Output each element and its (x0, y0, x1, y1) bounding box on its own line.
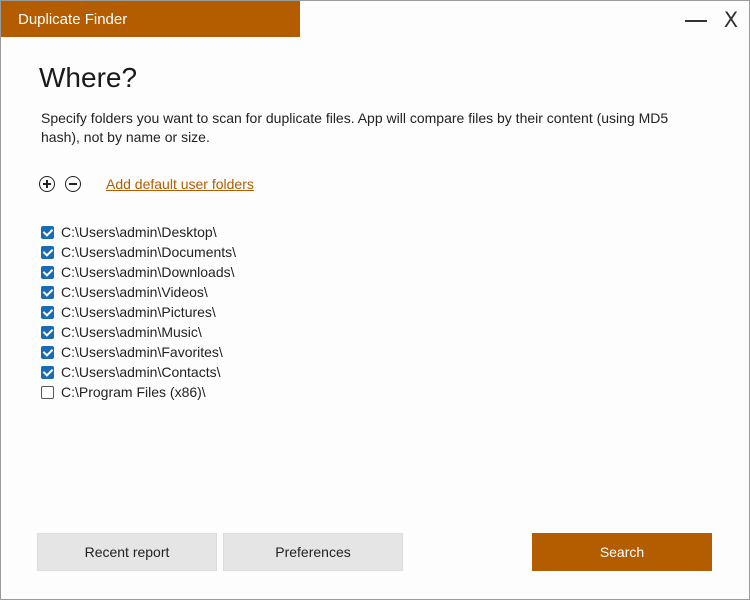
folder-list-item[interactable]: C:\Users\admin\Videos\ (41, 282, 236, 302)
close-button[interactable]: X (717, 7, 745, 33)
folder-list-item[interactable]: C:\Users\admin\Desktop\ (41, 222, 236, 242)
page-title: Where? (39, 62, 138, 93)
recent-report-button[interactable]: Recent report (37, 533, 217, 571)
folder-checkbox[interactable] (41, 345, 54, 359)
folder-checkbox[interactable] (41, 225, 54, 239)
folder-list-item[interactable]: C:\Users\admin\Pictures\ (41, 302, 236, 322)
add-folder-button[interactable] (39, 176, 55, 192)
minimize-button[interactable] (682, 7, 710, 33)
folder-checkbox[interactable] (41, 285, 54, 299)
minus-circle-icon (69, 183, 77, 185)
preferences-button[interactable]: Preferences (223, 533, 403, 571)
search-button[interactable]: Search (532, 533, 712, 571)
folder-list-item[interactable]: C:\Program Files (x86)\ (41, 382, 236, 402)
remove-folder-button[interactable] (65, 176, 81, 192)
folder-path: C:\Program Files (x86)\ (61, 384, 206, 400)
folder-list-item[interactable]: C:\Users\admin\Documents\ (41, 242, 236, 262)
folder-list-item[interactable]: C:\Users\admin\Contacts\ (41, 362, 236, 382)
folder-checkbox[interactable] (41, 265, 54, 279)
folder-list-item[interactable]: C:\Users\admin\Downloads\ (41, 262, 236, 282)
folder-list: C:\Users\admin\Desktop\ C:\Users\admin\Do… (41, 222, 236, 402)
folder-checkbox[interactable] (41, 245, 54, 259)
folder-checkbox[interactable] (41, 305, 54, 319)
folder-toolbar: Add default user folders (39, 174, 254, 194)
folder-list-item[interactable]: C:\Users\admin\Music\ (41, 322, 236, 342)
folder-path: C:\Users\admin\Contacts\ (61, 364, 221, 380)
folder-checkbox[interactable] (41, 385, 54, 399)
app-window: Duplicate Finder X Where? Specify folder… (0, 0, 750, 600)
folder-path: C:\Users\admin\Pictures\ (61, 304, 216, 320)
window-title: Duplicate Finder (1, 1, 300, 37)
folder-path: C:\Users\admin\Videos\ (61, 284, 208, 300)
page-description: Specify folders you want to scan for dup… (41, 110, 669, 145)
folder-path: C:\Users\admin\Favorites\ (61, 344, 223, 360)
add-default-folders-link[interactable]: Add default user folders (106, 176, 254, 192)
plus-vertical-stroke (46, 180, 48, 188)
folder-path: C:\Users\admin\Downloads\ (61, 264, 235, 280)
folder-checkbox[interactable] (41, 325, 54, 339)
folder-list-item[interactable]: C:\Users\admin\Favorites\ (41, 342, 236, 362)
folder-path: C:\Users\admin\Desktop\ (61, 224, 217, 240)
folder-checkbox[interactable] (41, 365, 54, 379)
folder-path: C:\Users\admin\Music\ (61, 324, 202, 340)
minimize-icon (685, 20, 707, 22)
folder-path: C:\Users\admin\Documents\ (61, 244, 237, 260)
